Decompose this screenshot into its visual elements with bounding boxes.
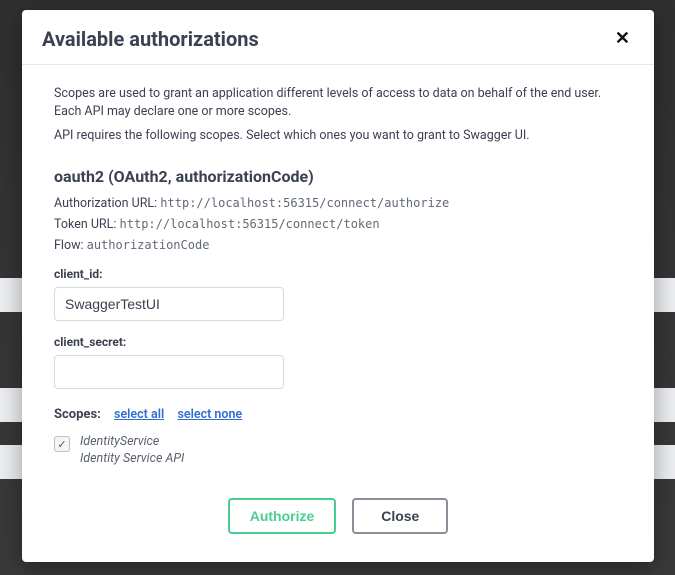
scope-checkbox[interactable]: ✓ xyxy=(54,436,70,452)
close-icon[interactable]: ✕ xyxy=(611,26,634,52)
authorize-button[interactable]: Authorize xyxy=(228,498,337,534)
intro-line-1: Scopes are used to grant an application … xyxy=(54,85,622,121)
modal-title: Available authorizations xyxy=(42,27,259,51)
auth-modal: Available authorizations ✕ Scopes are us… xyxy=(22,10,654,562)
modal-header: Available authorizations ✕ xyxy=(22,10,654,65)
authorization-url-value: http://localhost:56315/connect/authorize xyxy=(160,196,449,210)
close-button[interactable]: Close xyxy=(352,498,448,534)
client-secret-input[interactable] xyxy=(54,355,284,389)
scope-name: IdentityService xyxy=(80,434,184,451)
flow-label: Flow: xyxy=(54,238,84,253)
scopes-label: Scopes: xyxy=(54,407,101,422)
select-all-link[interactable]: select all xyxy=(114,407,164,422)
token-url-value: http://localhost:56315/connect/token xyxy=(120,217,380,231)
scope-item: ✓ IdentityService Identity Service API xyxy=(54,434,622,468)
client-secret-label: client_secret: xyxy=(54,335,622,349)
authorization-url-label: Authorization URL: xyxy=(54,196,157,211)
flow-row: Flow: authorizationCode xyxy=(54,238,622,253)
token-url-row: Token URL: http://localhost:56315/connec… xyxy=(54,217,622,232)
select-none-link[interactable]: select none xyxy=(177,407,242,422)
scope-text: IdentityService Identity Service API xyxy=(80,434,184,468)
modal-body: Scopes are used to grant an application … xyxy=(22,65,654,562)
scope-description: Identity Service API xyxy=(80,451,184,468)
scopes-header: Scopes: select all select none xyxy=(54,407,622,422)
authorization-url-row: Authorization URL: http://localhost:5631… xyxy=(54,196,622,211)
client-id-input[interactable] xyxy=(54,287,284,321)
auth-scheme-title: oauth2 (OAuth2, authorizationCode) xyxy=(54,167,622,186)
button-row: Authorize Close xyxy=(54,498,622,534)
token-url-label: Token URL: xyxy=(54,217,116,232)
client-id-label: client_id: xyxy=(54,267,622,281)
intro-text: Scopes are used to grant an application … xyxy=(54,85,622,145)
flow-value: authorizationCode xyxy=(87,238,210,252)
intro-line-2: API requires the following scopes. Selec… xyxy=(54,127,622,145)
